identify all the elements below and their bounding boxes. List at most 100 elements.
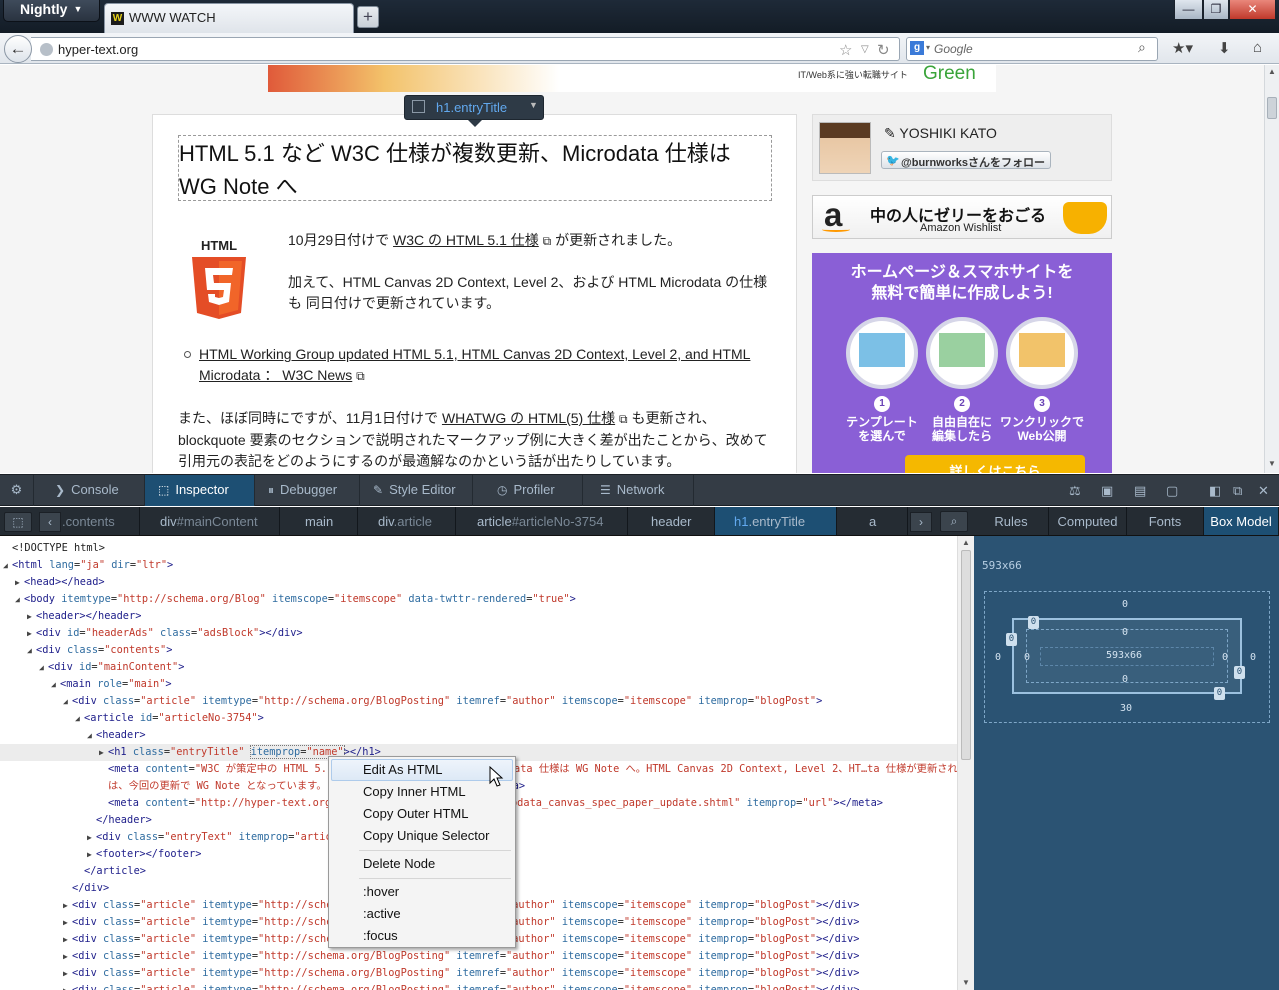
article-title[interactable]: HTML 5.1 など W3C 仕様が複数更新、Microdata 仕様は WG… (179, 137, 769, 203)
padding-top-value[interactable]: 0 (1122, 627, 1128, 638)
search-icon[interactable]: ⌕ (1138, 39, 1146, 56)
close-devtools-icon[interactable]: ✕ (1258, 483, 1269, 499)
collapsed-triangle-icon[interactable]: ▶ (63, 914, 68, 931)
scrollbar-thumb[interactable] (961, 550, 971, 760)
menu-item-copy-outer-html[interactable]: Copy Outer HTML (331, 803, 513, 825)
collapsed-triangle-icon[interactable]: ▶ (27, 608, 32, 625)
devtools-options-button[interactable]: ⚙ (0, 475, 34, 506)
breadcrumb-item[interactable]: header (628, 507, 715, 535)
border-left-value[interactable]: 0 (1006, 633, 1017, 646)
expand-triangle-icon[interactable]: ◢ (75, 710, 80, 727)
scrollbar-thumb[interactable] (1267, 97, 1277, 119)
padding-left-value[interactable]: 0 (1024, 652, 1030, 663)
collapsed-triangle-icon[interactable]: ▶ (87, 829, 92, 846)
google-search-engine-icon[interactable]: g (910, 41, 924, 55)
padding-bottom-value[interactable]: 0 (1122, 674, 1128, 685)
collapsed-triangle-icon[interactable]: ▶ (63, 897, 68, 914)
minimize-button[interactable]: — (1174, 0, 1203, 20)
node-infobar[interactable]: h1.entryTitle ▼ (404, 95, 544, 127)
scroll-down-icon[interactable]: ▼ (1268, 459, 1276, 468)
breadcrumb-item[interactable]: a (837, 507, 908, 535)
menu-item-edit-as-html[interactable]: Edit As HTML (331, 759, 513, 781)
ad-banner[interactable]: IT/Web系に強い転職サイト Green (268, 65, 996, 92)
menu-item-copy-inner-html[interactable]: Copy Inner HTML (331, 781, 513, 803)
url-bar[interactable]: hyper-text.org ☆ ▽ ↻ (31, 37, 900, 61)
menu-item-hover[interactable]: :hover (331, 881, 513, 903)
expand-triangle-icon[interactable]: ◢ (3, 557, 8, 574)
expand-triangle-icon[interactable]: ◢ (63, 693, 68, 710)
tab-console[interactable]: ❯ Console (34, 475, 145, 506)
markup-line[interactable]: ◢ <header> (0, 727, 957, 744)
breadcrumb-scroll-right-button[interactable]: › (910, 512, 932, 532)
expand-triangle-icon[interactable]: ◢ (87, 727, 92, 744)
markup-line[interactable]: ◢ <div class="article" itemtype="http://s… (0, 693, 957, 710)
markup-line[interactable]: ◢ <html lang="ja" dir="ltr"> (0, 557, 957, 574)
margin-right-value[interactable]: 0 (1250, 652, 1256, 663)
scroll-down-icon[interactable]: ▼ (962, 978, 970, 987)
w3c-news-link[interactable]: HTML Working Group updated HTML 5.1, HTM… (199, 346, 750, 383)
engine-dropdown-icon[interactable]: ▾ (926, 43, 930, 52)
expand-triangle-icon[interactable]: ◢ (51, 676, 56, 693)
menu-item-focus[interactable]: :focus (331, 925, 513, 947)
undock-icon[interactable]: ⧉ (1233, 483, 1242, 499)
tab-debugger[interactable]: ⏸ Debugger (255, 475, 360, 506)
border-bottom-value[interactable]: 0 (1214, 687, 1225, 700)
margin-bottom-value[interactable]: 30 (1120, 703, 1132, 714)
scroll-up-icon[interactable]: ▲ (1268, 67, 1276, 76)
breadcrumb-item-selected[interactable]: h1.entryTitle (715, 507, 837, 535)
node-picker-button[interactable]: ⬚ (4, 512, 32, 532)
tab-profiler[interactable]: ◷ Profiler (473, 475, 583, 506)
breadcrumb-item[interactable]: div.article (358, 507, 456, 535)
markup-line[interactable]: ▶<div class="article" itemtype="http://s… (0, 982, 957, 990)
search-bar[interactable]: g ▾ Google ⌕ (906, 37, 1158, 61)
new-tab-button[interactable]: + (357, 6, 379, 28)
tab-inspector[interactable]: ⬚ Inspector (145, 475, 255, 506)
collapsed-triangle-icon[interactable]: ▶ (63, 948, 68, 965)
scratchpad-icon[interactable]: ▤ (1134, 483, 1146, 499)
amazon-wishlist-banner[interactable]: a 中の人にゼリーをおごる Amazon Wishlist (812, 195, 1112, 239)
bookmark-star-icon[interactable]: ☆ (839, 41, 852, 59)
menu-item-copy-unique-selector[interactable]: Copy Unique Selector (331, 825, 513, 847)
paint-flashing-icon[interactable]: ⚖ (1069, 483, 1081, 499)
tab-computed[interactable]: Computed (1049, 507, 1127, 535)
margin-top-value[interactable]: 0 (1122, 599, 1128, 610)
downloads-icon[interactable]: ⬇ (1218, 39, 1231, 57)
collapsed-triangle-icon[interactable]: ▶ (63, 982, 68, 990)
whatwg-html-link[interactable]: WHATWG の HTML(5) 仕様 (442, 410, 615, 426)
breadcrumb-item[interactable]: div#mainContent (140, 507, 280, 535)
menu-item-delete-node[interactable]: Delete Node (331, 853, 513, 875)
markup-line[interactable]: ▶ <header></header> (0, 608, 957, 625)
close-window-button[interactable]: ✕ (1229, 0, 1276, 20)
markup-line[interactable]: ▶<div class="article" itemtype="http://s… (0, 965, 957, 982)
padding-right-value[interactable]: 0 (1222, 652, 1228, 663)
border-right-value[interactable]: 0 (1234, 666, 1245, 679)
page-scrollbar[interactable]: ▲ ▼ (1264, 65, 1279, 473)
browser-tab[interactable]: W WWW WATCH (104, 3, 354, 33)
collapsed-triangle-icon[interactable]: ▶ (99, 744, 104, 761)
markup-line[interactable]: ▶ <div id="headerAds" class="adsBlock"></… (0, 625, 957, 642)
collapsed-triangle-icon[interactable]: ▶ (87, 846, 92, 863)
maximize-button[interactable]: ❐ (1203, 0, 1229, 20)
menu-item-active[interactable]: :active (331, 903, 513, 925)
twitter-follow-button[interactable]: 🐦 @burnworksさんをフォロー (881, 151, 1051, 169)
tab-fonts[interactable]: Fonts (1127, 507, 1204, 535)
back-button[interactable]: ← (4, 35, 32, 63)
markup-scrollbar[interactable]: ▲ ▼ (957, 536, 974, 990)
w3c-html51-link[interactable]: W3C の HTML 5.1 仕様 (393, 232, 539, 248)
collapsed-triangle-icon[interactable]: ▶ (63, 965, 68, 982)
markup-search-button[interactable]: ⌕ (940, 511, 968, 532)
app-menu-button[interactable]: Nightly ▼ (3, 0, 100, 22)
markup-line[interactable]: ◢ <div class="contents"> (0, 642, 957, 659)
breadcrumb-item[interactable]: .contents (62, 507, 140, 535)
expand-triangle-icon[interactable]: ◢ (39, 659, 44, 676)
collapsed-triangle-icon[interactable]: ▶ (63, 931, 68, 948)
markup-line[interactable]: ◢ <main role="main"> (0, 676, 957, 693)
tab-network[interactable]: ☰ Network (583, 475, 694, 506)
breadcrumb-item[interactable]: article#articleNo-3754 (456, 507, 628, 535)
breadcrumb-item[interactable]: main (280, 507, 358, 535)
margin-left-value[interactable]: 0 (995, 652, 1001, 663)
sitebuilder-ad[interactable]: ホームページ＆スマホサイトを 無料で簡単に作成しよう! 1 2 3 テンプレート… (812, 253, 1112, 473)
border-top-value[interactable]: 0 (1028, 616, 1039, 629)
markup-line[interactable]: ▶ <head></head> (0, 574, 957, 591)
responsive-mode-icon[interactable]: ▢ (1166, 483, 1178, 499)
